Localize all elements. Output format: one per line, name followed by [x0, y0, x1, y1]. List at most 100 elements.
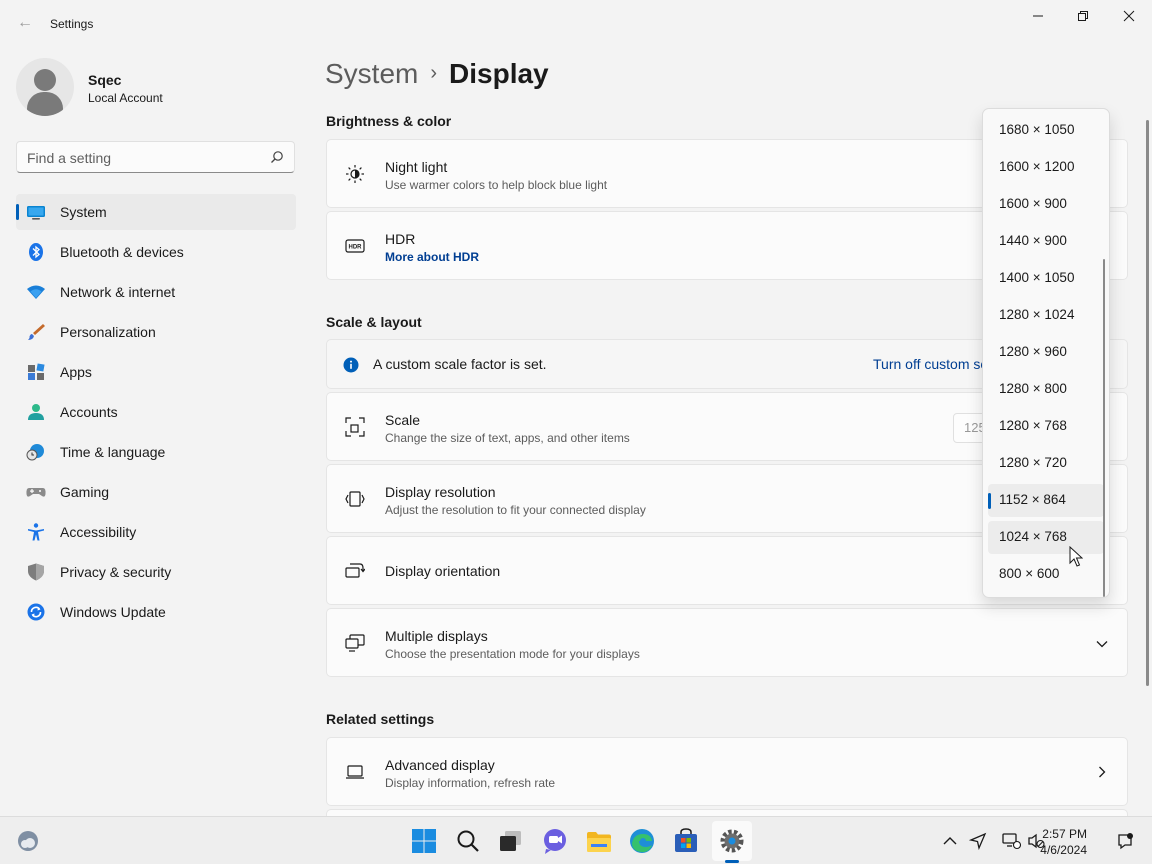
sidebar-item-label: Bluetooth & devices	[60, 244, 184, 260]
edge-icon[interactable]	[628, 827, 656, 855]
sidebar-item-label: Accessibility	[60, 524, 137, 540]
update-icon	[27, 603, 45, 621]
page-title: Display	[449, 58, 549, 89]
search-icon[interactable]	[454, 827, 482, 855]
close-button[interactable]	[1106, 6, 1152, 28]
active-app-indicator	[725, 860, 739, 863]
laptop-icon	[346, 765, 364, 779]
store-icon[interactable]	[672, 827, 700, 855]
bluetooth-icon	[29, 243, 43, 261]
resolution-option-hovered[interactable]: 1024 × 768	[988, 521, 1104, 554]
search-icon	[271, 151, 283, 163]
sidebar-item-label: Privacy & security	[60, 564, 172, 580]
resolution-option-selected[interactable]: 1152 × 864	[988, 484, 1104, 517]
resolution-option[interactable]: 1400 × 1050	[988, 262, 1104, 295]
sidebar-item-accessibility[interactable]: Accessibility	[16, 514, 296, 550]
advanced-display-card[interactable]: Advanced display Display information, re…	[326, 737, 1128, 806]
sidebar-item-apps[interactable]: Apps	[16, 354, 296, 390]
resolution-option[interactable]: 1280 × 720	[988, 447, 1104, 480]
sidebar-item-label: Time & language	[60, 444, 166, 460]
infobar-message: A custom scale factor is set.	[373, 356, 547, 372]
card-title: Scale	[385, 412, 421, 428]
resolution-option[interactable]: 1280 × 960	[988, 336, 1104, 369]
sidebar-item-time-language[interactable]: Time & language	[16, 434, 296, 470]
card-title: Night light	[385, 159, 448, 175]
card-subtitle: Choose the presentation mode for your di…	[385, 647, 640, 661]
mouse-cursor-icon	[1069, 546, 1083, 567]
network-icon[interactable]	[1001, 832, 1021, 850]
brush-icon	[28, 324, 45, 340]
sidebar-item-bluetooth[interactable]: Bluetooth & devices	[16, 234, 296, 270]
app-title: Settings	[50, 17, 94, 31]
resolution-option[interactable]: 800 × 600	[988, 558, 1104, 591]
apps-icon	[28, 363, 45, 380]
sidebar-item-label: Windows Update	[60, 604, 166, 620]
main-scrollbar[interactable]	[1146, 120, 1149, 686]
sidebar-item-privacy[interactable]: Privacy & security	[16, 554, 296, 590]
section-scale-layout: Scale & layout	[326, 314, 422, 330]
system-clock[interactable]: 2:57 PM 4/6/2024	[1040, 826, 1087, 858]
accessibility-icon	[28, 523, 44, 541]
multiple-displays-card[interactable]: Multiple displays Choose the presentatio…	[326, 608, 1128, 677]
more-about-hdr-link[interactable]: More about HDR	[385, 250, 479, 264]
back-arrow-icon[interactable]: ←	[14, 12, 36, 34]
notification-icon[interactable]	[1116, 832, 1134, 850]
card-title: Advanced display	[385, 757, 495, 773]
info-icon	[343, 357, 359, 373]
settings-icon[interactable]	[718, 827, 746, 855]
orientation-icon	[345, 563, 365, 578]
sidebar-item-label: System	[60, 204, 107, 220]
card-subtitle: Change the size of text, apps, and other…	[385, 431, 630, 445]
card-title: HDR	[385, 231, 416, 247]
svg-text:HDR: HDR	[349, 245, 363, 251]
user-profile[interactable]: Sqec Local Account	[16, 58, 296, 118]
sidebar-item-network[interactable]: Network & internet	[16, 274, 296, 310]
sidebar-item-label: Network & internet	[60, 284, 176, 300]
resolution-option[interactable]: 1600 × 900	[988, 188, 1104, 221]
avatar	[16, 58, 74, 116]
resolution-icon	[345, 491, 365, 507]
card-subtitle: Use warmer colors to help block blue lig…	[385, 178, 608, 192]
dropdown-scrollbar[interactable]	[1103, 259, 1105, 597]
user-name: Sqec	[88, 72, 122, 88]
person-icon	[28, 404, 44, 420]
chat-icon[interactable]	[541, 827, 569, 855]
sidebar-item-gaming[interactable]: Gaming	[16, 474, 296, 510]
clock-time: 2:57 PM	[1042, 827, 1087, 841]
breadcrumb-parent[interactable]: System	[325, 58, 418, 89]
card-title: Display resolution	[385, 484, 496, 500]
chevron-up-icon[interactable]	[942, 833, 958, 849]
chevron-down-icon[interactable]	[1095, 637, 1109, 651]
search-box[interactable]	[16, 141, 295, 173]
night-light-icon	[346, 165, 364, 183]
chevron-right-icon[interactable]	[1095, 765, 1109, 779]
restore-button[interactable]	[1060, 6, 1106, 28]
taskbar: 2:57 PM 4/6/2024	[0, 816, 1152, 864]
location-icon[interactable]	[969, 832, 987, 850]
resolution-option[interactable]: 1600 × 1200	[988, 151, 1104, 184]
sidebar-item-windows-update[interactable]: Windows Update	[16, 594, 296, 630]
sidebar-item-personalization[interactable]: Personalization	[16, 314, 296, 350]
resolution-option[interactable]: 1280 × 1024	[988, 299, 1104, 332]
title-bar: ← Settings	[0, 0, 1152, 48]
sidebar-nav: System Bluetooth & devices Network & int…	[16, 194, 296, 634]
turn-off-custom-scaling-link[interactable]: Turn off custom scaling and sign out	[873, 356, 987, 372]
sidebar-item-label: Apps	[60, 364, 92, 380]
resolution-option[interactable]: 1280 × 800	[988, 373, 1104, 406]
resolution-option[interactable]: 1280 × 768	[988, 410, 1104, 443]
minimize-button[interactable]	[1015, 6, 1061, 28]
sidebar-item-accounts[interactable]: Accounts	[16, 394, 296, 430]
card-title: Multiple displays	[385, 628, 488, 644]
scale-icon	[345, 417, 365, 437]
task-view-icon[interactable]	[497, 827, 525, 855]
start-icon[interactable]	[410, 827, 438, 855]
breadcrumb: System › Display	[325, 58, 549, 90]
resolution-option[interactable]: 1440 × 900	[988, 225, 1104, 258]
resolution-option[interactable]: 1680 × 1050	[988, 114, 1104, 147]
card-title: Display orientation	[385, 563, 501, 579]
sidebar-item-system[interactable]: System	[16, 194, 296, 230]
file-explorer-icon[interactable]	[585, 827, 613, 855]
widgets-weather-icon[interactable]	[16, 829, 40, 853]
shield-icon	[28, 563, 44, 581]
search-input[interactable]	[27, 148, 257, 168]
